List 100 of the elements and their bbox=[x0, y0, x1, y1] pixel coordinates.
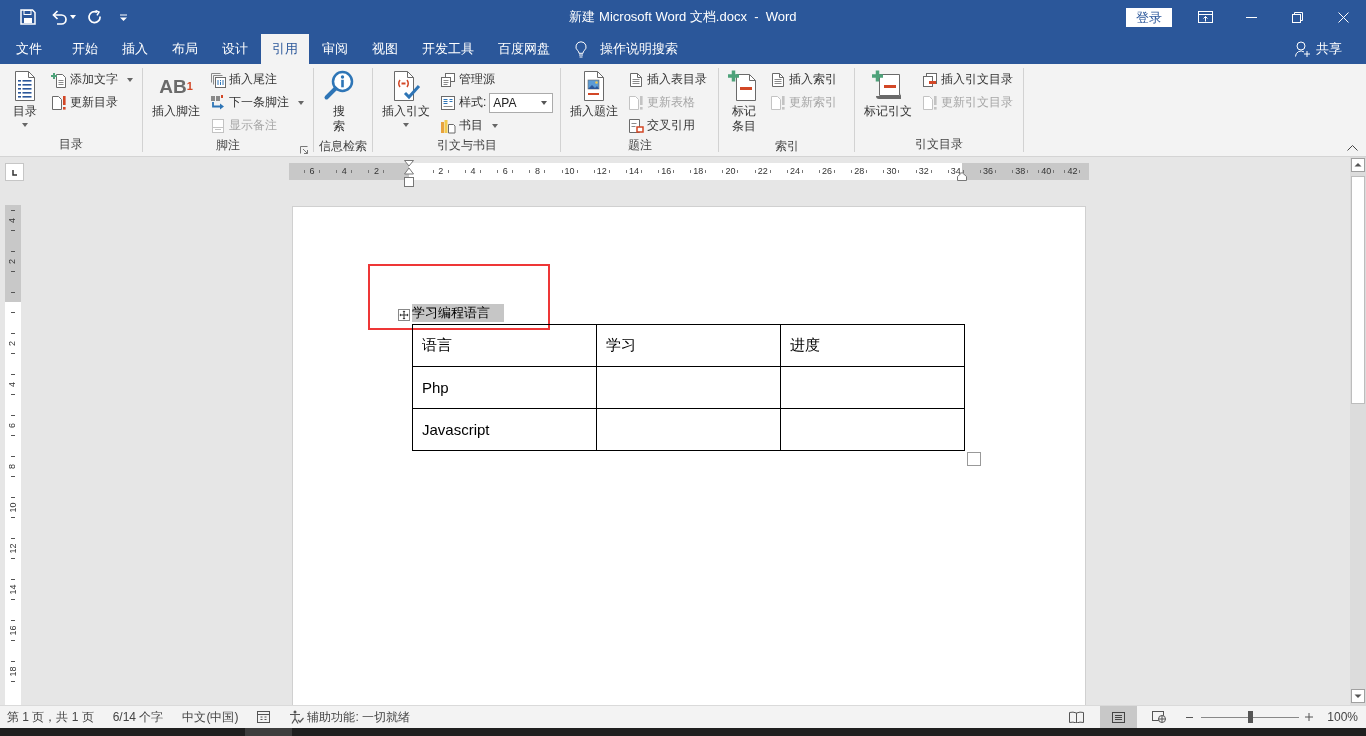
ribbon-button[interactable]: 目录 bbox=[5, 68, 45, 127]
undo-icon[interactable] bbox=[51, 9, 67, 25]
ribbon-button[interactable]: 插入尾注 bbox=[208, 68, 306, 91]
ruler-number: 14 bbox=[628, 167, 639, 176]
ruler-number: 32 bbox=[918, 167, 929, 176]
ribbon-button[interactable]: 插入引文 bbox=[378, 68, 434, 127]
indent-marker-icon[interactable] bbox=[403, 160, 414, 187]
ribbon-button[interactable]: AB$^{1}$ 插入脚注 bbox=[148, 68, 204, 123]
page-count[interactable]: 第 1 页，共 1 页 bbox=[7, 708, 94, 726]
view-button[interactable] bbox=[1069, 711, 1085, 723]
ruler-number: 4 bbox=[8, 381, 18, 387]
person-add-icon bbox=[1295, 41, 1310, 57]
save-icon[interactable] bbox=[20, 9, 36, 25]
ruler-number: 22 bbox=[757, 167, 768, 176]
caret-icon[interactable] bbox=[22, 123, 28, 127]
ribbon-tab[interactable]: 开始 bbox=[61, 34, 109, 64]
group-label: 引文与书目 bbox=[436, 137, 497, 154]
redo-icon[interactable] bbox=[88, 9, 102, 25]
ruler-number: 4 bbox=[341, 167, 347, 176]
document-exclamation-icon bbox=[922, 94, 938, 111]
document-icon bbox=[210, 117, 226, 134]
move-handle-icon[interactable] bbox=[398, 309, 410, 321]
ruler-number: 2 bbox=[373, 167, 379, 176]
minimize-icon[interactable] bbox=[1245, 16, 1257, 18]
restore-icon[interactable] bbox=[1291, 11, 1303, 23]
ribbon-options-icon[interactable] bbox=[1197, 11, 1213, 23]
ribbon-tab[interactable]: 审阅 bbox=[311, 34, 359, 64]
ribbon-button[interactable]: 插入引文目录 bbox=[920, 68, 1015, 91]
ruler-number: 20 bbox=[725, 167, 736, 176]
caret-icon[interactable] bbox=[70, 15, 76, 19]
macro-icon[interactable] bbox=[257, 711, 271, 723]
chevron-up-icon[interactable] bbox=[1347, 145, 1358, 151]
ruler-number: 8 bbox=[8, 463, 18, 469]
slider-thumb[interactable] bbox=[1247, 711, 1253, 723]
ribbon-button[interactable]: 添加文字 bbox=[49, 68, 135, 91]
share-button[interactable]: 共享 bbox=[1295, 34, 1342, 64]
caret-icon[interactable] bbox=[492, 123, 498, 128]
ruler-number: 16 bbox=[8, 625, 18, 635]
style-select[interactable]: APA bbox=[489, 92, 554, 113]
ribbon-button[interactable]: 搜 索 bbox=[319, 68, 359, 138]
ruler-number: 26 bbox=[822, 167, 833, 176]
sign-in-button[interactable]: 登录 bbox=[1126, 7, 1172, 27]
language-status[interactable]: 中文(中国) bbox=[182, 708, 239, 726]
ribbon-tab[interactable]: 百度网盘 bbox=[487, 34, 561, 64]
plus-icon[interactable] bbox=[1305, 713, 1314, 721]
ruler-number: 18 bbox=[8, 666, 18, 676]
ribbon-tab[interactable]: 开发工具 bbox=[411, 34, 485, 64]
ribbon-button[interactable]: 标记 条目 bbox=[724, 68, 764, 138]
group-label: 题注 bbox=[627, 137, 652, 154]
scrollbar-thumb[interactable] bbox=[1351, 176, 1365, 404]
word-count[interactable]: 6/14 个字 bbox=[112, 708, 164, 726]
dialog-launcher-icon[interactable] bbox=[300, 146, 308, 154]
ribbon-button[interactable]: 插入题注 bbox=[566, 68, 622, 123]
zoom-level[interactable]: 100% bbox=[1327, 710, 1358, 724]
ribbon-button[interactable]: 插入索引 bbox=[768, 68, 839, 91]
ruler-number: 2 bbox=[8, 340, 18, 346]
scroll-up-icon[interactable] bbox=[1351, 158, 1365, 172]
window-title: 新建 Microsoft Word 文档.docx - Word bbox=[569, 8, 797, 26]
tab-stop-icon[interactable] bbox=[5, 163, 24, 181]
stacked-pages-icon bbox=[210, 71, 226, 88]
ribbon-button[interactable]: 下一条脚注 bbox=[208, 91, 306, 114]
document-minus-icon bbox=[922, 71, 938, 88]
ribbon-button[interactable]: 标记引文 bbox=[860, 68, 916, 123]
view-button[interactable] bbox=[1100, 706, 1138, 728]
ruler-number: 18 bbox=[693, 167, 704, 176]
caret-icon[interactable] bbox=[403, 123, 409, 127]
close-icon[interactable] bbox=[1337, 11, 1349, 23]
minus-icon[interactable] bbox=[1186, 716, 1194, 718]
table-cell: Javascript bbox=[412, 408, 597, 451]
ribbon-tab[interactable]: 文件 bbox=[5, 34, 53, 64]
ribbon-tab[interactable]: 设计 bbox=[211, 34, 259, 64]
group-label: 引文目录 bbox=[915, 136, 963, 153]
vertical-scrollbar[interactable] bbox=[1350, 157, 1366, 705]
accessibility-status[interactable]: 辅助功能: 一切就绪 bbox=[289, 708, 411, 726]
ruler-number: 4 bbox=[8, 217, 18, 223]
ribbon-tab[interactable]: 布局 bbox=[161, 34, 209, 64]
resize-handle-icon[interactable] bbox=[967, 452, 981, 466]
ribbon-tab[interactable]: 引用 bbox=[261, 34, 309, 64]
indent-marker-icon[interactable] bbox=[957, 172, 967, 181]
caret-icon[interactable] bbox=[541, 100, 548, 105]
caret-icon[interactable] bbox=[298, 100, 304, 105]
tell-me-button[interactable]: 操作说明搜索 bbox=[575, 34, 678, 64]
ribbon-button[interactable]: 交叉引用 bbox=[626, 114, 709, 137]
customize-icon[interactable] bbox=[120, 13, 127, 21]
ribbon-button[interactable]: 插入表目录 bbox=[626, 68, 709, 91]
ribbon-button[interactable]: 更新目录 bbox=[49, 91, 135, 114]
table-cell: 学习 bbox=[596, 324, 781, 367]
ruler-number: 28 bbox=[854, 167, 865, 176]
group-label: 信息检索 bbox=[319, 138, 367, 155]
ribbon-button[interactable]: 书目 bbox=[438, 114, 556, 137]
caret-icon[interactable] bbox=[127, 77, 133, 82]
table-caption: 学习编程语言 bbox=[412, 304, 504, 322]
ribbon-tab[interactable]: 插入 bbox=[111, 34, 159, 64]
ribbon-button[interactable]: 管理源 bbox=[438, 68, 556, 91]
books-icon bbox=[440, 117, 456, 134]
view-button[interactable] bbox=[1152, 711, 1167, 723]
ruler-number: 40 bbox=[1041, 167, 1052, 176]
ribbon-tab[interactable]: 视图 bbox=[361, 34, 409, 64]
field-label: 样式: bbox=[459, 94, 487, 111]
scroll-down-icon[interactable] bbox=[1351, 689, 1365, 703]
